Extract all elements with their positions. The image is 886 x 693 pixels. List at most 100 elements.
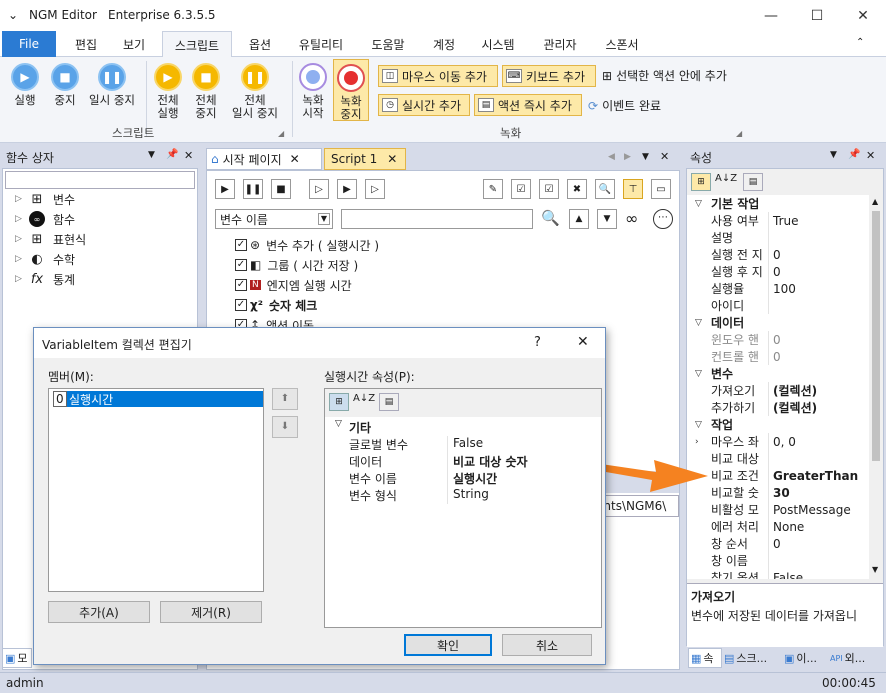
run-all-button[interactable]: ▶ 전체 실행 [150,63,186,120]
property-row[interactable]: 실행 후 지 0 [687,263,869,280]
property-value[interactable]: (컬렉션) [773,382,817,399]
delete-icon[interactable]: ✖ [567,179,587,199]
tab-account[interactable]: 계정 [424,31,464,57]
dialog-launcher-icon[interactable]: ◢ [278,129,284,138]
property-row[interactable]: 실행 전 지 0 [687,246,869,263]
tab-start-page[interactable]: ⌂ 시작 페이지 ✕ [206,148,322,170]
categorized-icon[interactable]: ⊞ [691,173,711,191]
run-from-icon[interactable]: ▷ [365,179,385,199]
property-row[interactable]: 비교 조건 GreaterThan [687,467,869,484]
tree-view-icon[interactable]: ⊤ [623,179,643,199]
property-pages-icon[interactable]: ▤ [379,393,399,411]
record-start-button[interactable]: 녹화 시작 [296,63,330,120]
file-menu[interactable]: File [2,31,56,57]
property-row[interactable]: 찾기 옵션 False [687,569,869,579]
collapse-icon[interactable]: ▽ [335,419,342,429]
property-row[interactable]: 비교 대상 [687,450,869,467]
expand-icon[interactable]: ▷ [15,234,29,244]
ok-button[interactable]: 확인 [404,634,492,656]
property-row[interactable]: 창 이름 [687,552,869,569]
search-icon[interactable]: 🔍 [541,209,560,227]
move-up-button[interactable]: ⬆ [272,388,298,410]
tab-list-icon[interactable]: ▼ [642,152,649,162]
dialog-launcher-icon[interactable]: ◢ [736,129,742,138]
move-up-icon[interactable]: ▲ [569,209,589,229]
property-row[interactable]: 창 순서 0 [687,535,869,552]
property-row[interactable]: › 마우스 좌 0, 0 [687,433,869,450]
members-list[interactable]: 0 실행시간 [48,388,264,592]
property-row[interactable]: 사용 여부 True [687,212,869,229]
expand-icon[interactable]: ▷ [15,254,29,264]
property-category[interactable]: ▽ 기본 작업 [687,195,869,212]
add-inside-selected-button[interactable]: ⊞ 선택한 액션 안에 추가 [602,67,727,84]
tab-help[interactable]: 도움말 [362,31,414,57]
panel-menu-icon[interactable]: ▼ [148,150,155,160]
check-icon[interactable]: ☑ [539,179,559,199]
property-row[interactable]: 컨트롤 핸 0 [687,348,869,365]
prop-row[interactable]: 변수 이름 실행시간 [329,470,599,487]
script-line[interactable]: ✓ ⊛ 변수 추가 ( 실행시간 ) [235,235,379,255]
event-complete-button[interactable]: ⟳ 이벤트 완료 [588,97,661,114]
prop-row[interactable]: 글로벌 변수 False [329,436,599,453]
pin-icon[interactable]: 📌 [166,149,178,160]
categorized-icon[interactable]: ⊞ [329,393,349,411]
add-button[interactable]: 추가(A) [48,601,150,623]
pin-icon[interactable]: 📌 [848,149,860,160]
property-row[interactable]: 가져오기 (컬렉션) [687,382,869,399]
expand-icon[interactable]: ▷ [15,194,29,204]
property-value[interactable]: 0 [773,333,781,347]
property-category[interactable]: ▽ 변수 [687,365,869,382]
function-search-input[interactable] [5,171,195,189]
pause-all-button[interactable]: ❚❚ 전체 일시 중지 [226,63,284,120]
tree-item-statistics[interactable]: ▷ fx 통계 [15,269,75,289]
edit-chart-icon[interactable]: ✎ [483,179,503,199]
tab-edit[interactable]: 편집 [64,31,108,57]
scroll-right-icon[interactable]: ▶ [624,152,631,162]
add-keyboard-button[interactable]: ⌨ 키보드 추가 [502,65,596,87]
sort-alpha-icon[interactable]: A↓Z [715,173,737,184]
tab-options[interactable]: 옵션 [238,31,282,57]
property-value[interactable]: True [773,214,799,228]
chevron-down-icon[interactable]: ▼ [318,213,330,225]
close-button[interactable]: ✕ [840,0,886,31]
property-value[interactable]: 0, 0 [773,435,796,449]
sort-alpha-icon[interactable]: A↓Z [353,393,375,404]
pause-button[interactable]: ❚❚ 일시 중지 [84,63,140,107]
property-category[interactable]: ▽ 작업 [687,416,869,433]
prop-row[interactable]: 변수 형식 String [329,487,599,504]
tab-image[interactable]: ▣ 이... [784,648,828,668]
cancel-button[interactable]: 취소 [502,634,592,656]
property-row[interactable]: 추가하기 (컬렉션) [687,399,869,416]
move-down-icon[interactable]: ▼ [597,209,617,229]
property-value[interactable]: 30 [773,486,790,500]
script-line[interactable]: ✓ χ² 숫자 체크 [235,295,317,315]
variable-name-dropdown[interactable]: 변수 이름 ▼ [215,209,333,229]
add-mouse-move-button[interactable]: ◫ 마우스 이동 추가 [378,65,498,87]
infinity-icon[interactable]: ∞ [625,209,638,228]
script-line[interactable]: ✓ N 엔지엠 실행 시간 [235,275,352,295]
tree-item-expressions[interactable]: ▷ ⊞ 표현식 [15,229,86,249]
run-button[interactable]: ▶ 실행 [6,63,44,107]
stop-button[interactable]: ■ 중지 [46,63,84,107]
category-row[interactable]: ▽ 기타 [329,419,599,436]
tab-external[interactable]: API 외... [830,648,880,668]
editor-search-input[interactable] [341,209,533,229]
property-row[interactable]: 아이디 [687,297,869,314]
property-value[interactable]: 0 [773,248,781,262]
tab-admin[interactable]: 관리자 [534,31,586,57]
scroll-left-icon[interactable]: ◀ [608,152,615,162]
maximize-button[interactable]: ☐ [794,0,840,31]
collapse-icon[interactable]: ▽ [695,369,702,379]
tree-item-functions[interactable]: ▷ ∞ 함수 [15,209,75,229]
property-row[interactable]: 에러 처리 None [687,518,869,535]
search-icon[interactable]: 🔍 [595,179,615,199]
tab-script-1[interactable]: Script 1 ✕ [324,148,406,170]
tree-item-math[interactable]: ▷ ◐ 수학 [15,249,75,269]
property-row[interactable]: 비교할 숫 30 [687,484,869,501]
stop-all-button[interactable]: ■ 전체 중지 [188,63,224,120]
property-row[interactable]: 설명 [687,229,869,246]
bottom-left-tab[interactable]: ▣ 모 [2,648,32,668]
property-row[interactable]: 실행율 100 [687,280,869,297]
step-icon[interactable]: ▷ [309,179,329,199]
tab-script-list[interactable]: ▤ 스크... [724,648,782,668]
